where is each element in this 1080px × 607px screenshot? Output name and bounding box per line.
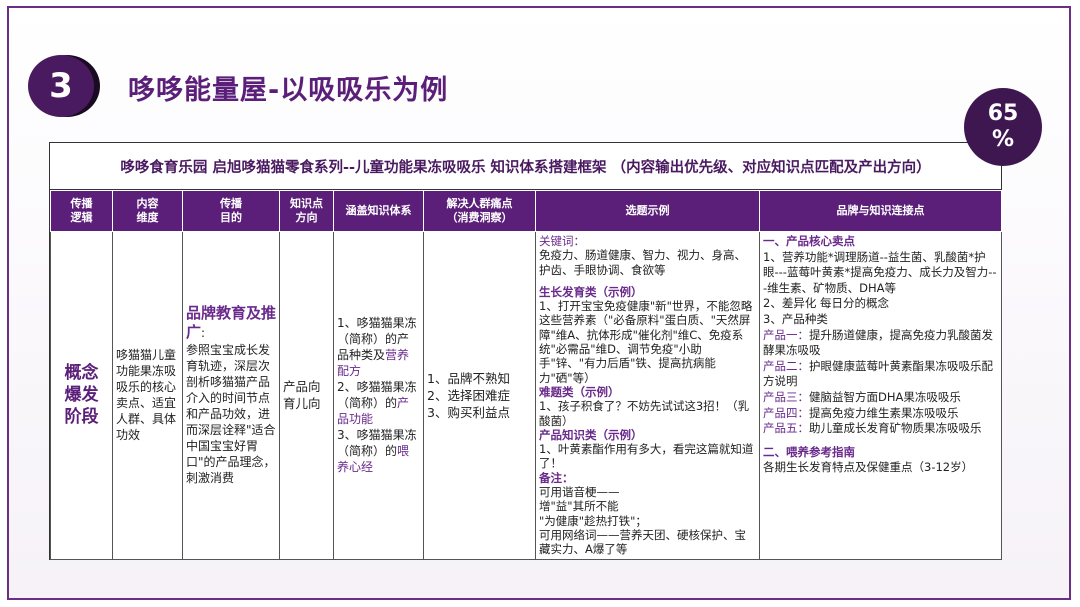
cell-stage: 概念 爆发 阶段 bbox=[50, 231, 113, 560]
table-header-row: 传播 逻辑 内容 维度 传播 目的 知识点 方向 涵盖知识体系 解决人群痛点 （消费洞察）… bbox=[50, 190, 1002, 232]
brand-section1-label: 一、产品核心卖点 bbox=[763, 234, 855, 248]
cell-topic-examples: 关键词： 免疫力、肠道健康、智力、视力、身高、护齿、手眼协调、食欲等 生长发育类… bbox=[535, 231, 760, 560]
framework-table: 哆哆食育乐园 启旭哆猫猫零食系列--儿童功能果冻吸吸乐 知识体系搭建框架 （内容… bbox=[49, 142, 1002, 560]
growth-text: 1、打开宝宝免疫健康"新"世界，不能忽略这些营养素（"必备原料"蛋白质、"天然屏… bbox=[539, 299, 753, 385]
purpose-heading: 品牌教育及推广 bbox=[186, 304, 277, 342]
progress-value: 65 bbox=[987, 101, 1019, 126]
header-knowledge-direction: 知识点 方向 bbox=[279, 190, 334, 232]
header-content-dimension: 内容 维度 bbox=[112, 190, 183, 232]
keywords-text: 免疫力、肠道健康、智力、视力、身高、护齿、手眼协调、食欲等 bbox=[539, 248, 746, 277]
header-pain-points: 解决人群痛点 （消费洞察） bbox=[423, 190, 536, 232]
header-topic-examples: 选题示例 bbox=[535, 190, 760, 232]
purpose-body: 参照宝宝成长发育轨迹，深层次剖析哆猫猫产品介入的时间节点和产品功效，进而深层诠释… bbox=[186, 343, 276, 486]
cell-coverage: 1、哆猫猫果冻（简称）的产品种类及营养配方 2、哆猫猫果冻（简称）的产品功能 3… bbox=[333, 231, 424, 560]
keywords-label: 关键词： bbox=[539, 234, 585, 248]
section-number-badge: 3 bbox=[28, 55, 94, 117]
hard-label: 难题类（示例） bbox=[539, 384, 620, 399]
cell-pain-points: 1、品牌不熟知 2、选择困难症 3、购买利益点 bbox=[423, 231, 536, 560]
note-label: 备注： bbox=[539, 470, 574, 485]
cell-content-dimension: 哆猫猫儿童功能果冻吸吸乐的核心卖点、适宜人群、具体功效 bbox=[112, 231, 183, 560]
header-spread-logic: 传播 逻辑 bbox=[50, 190, 113, 232]
hard-text: 1、孩子积食了？不妨先试试这3招！（乳酸菌） bbox=[539, 399, 750, 428]
section-number: 3 bbox=[49, 66, 73, 106]
brand-section2-label: 二、喂养参考指南 bbox=[763, 444, 855, 459]
header-spread-purpose: 传播 目的 bbox=[182, 190, 280, 232]
cell-brand-connection: 一、产品核心卖点 1、营养功能*调理肠道--益生菌、乳酸菌*护眼---蓝莓叶黄素… bbox=[759, 231, 1002, 560]
table-row: 概念 爆发 阶段 哆猫猫儿童功能果冻吸吸乐的核心卖点、适宜人群、具体功效 品牌教育及… bbox=[50, 231, 1002, 560]
progress-unit: % bbox=[991, 127, 1015, 152]
growth-label: 生长发育类（示例） bbox=[539, 284, 643, 299]
cell-knowledge-direction: 产品向育儿向 bbox=[279, 231, 334, 560]
product-label: 产品知识类（示例） bbox=[539, 427, 643, 442]
progress-badge: 65 % bbox=[964, 88, 1042, 166]
page-title: 哆哆能量屋-以吸吸乐为例 bbox=[128, 75, 449, 106]
table-title: 哆哆食育乐园 启旭哆猫猫零食系列--儿童功能果冻吸吸乐 知识体系搭建框架 （内容… bbox=[50, 143, 1001, 190]
header-coverage: 涵盖知识体系 bbox=[333, 190, 424, 232]
cell-purpose: 品牌教育及推广: 参照宝宝成长发育轨迹，深层次剖析哆猫猫产品介入的时间节点和产品… bbox=[182, 231, 280, 560]
header-brand-connection: 品牌与知识连接点 bbox=[759, 190, 1002, 232]
product-text: 1、叶黄素酯作用有多大，看完这篇就知道了！ bbox=[539, 442, 754, 471]
